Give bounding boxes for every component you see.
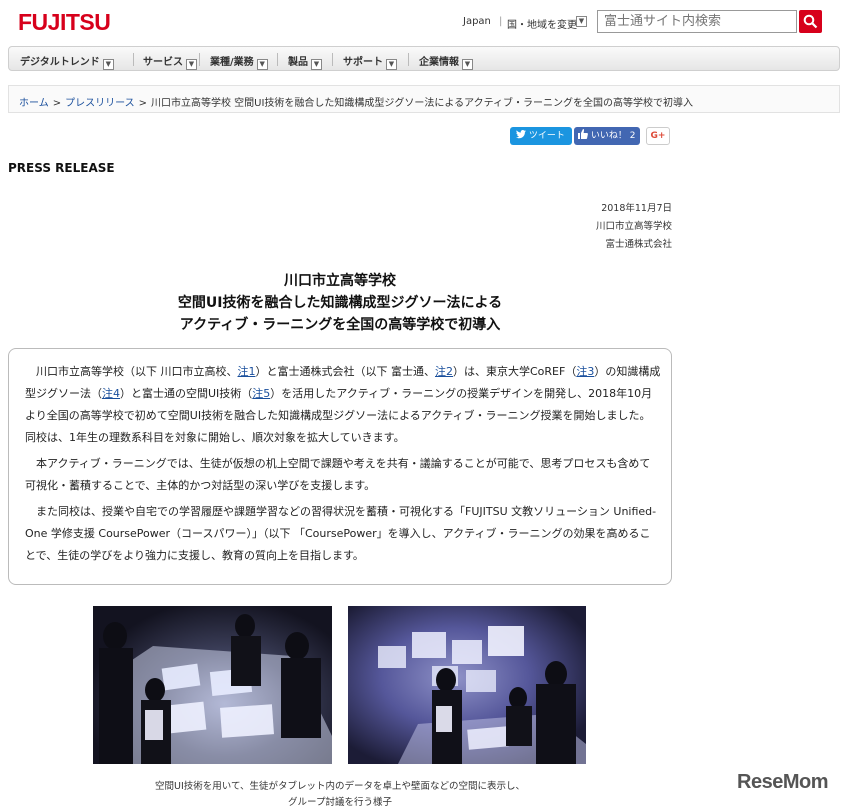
nav-item-products[interactable]: 製品 ▼	[288, 53, 322, 70]
nav-divider	[408, 53, 409, 66]
photo-caption-line-2: グループ討議を行う様子	[288, 797, 392, 808]
google-plus-button[interactable]: G+	[646, 127, 670, 145]
nav-item-digital-trend[interactable]: デジタルトレンド ▼	[20, 53, 114, 70]
region-change-link[interactable]: 国・地域を変更	[507, 16, 577, 31]
search-button[interactable]	[799, 10, 822, 33]
tweet-button[interactable]: ツイート	[510, 127, 572, 145]
site-header: FUJITSU Japan | 国・地域を変更 ▼	[0, 0, 849, 44]
breadcrumb-separator: >	[52, 98, 62, 109]
summary-paragraph-3: また同校は、授業や自宅での学習履歴や課題学習などの習得状況を蓄積・可視化する「F…	[25, 505, 657, 562]
fujitsu-logo[interactable]: FUJITSU	[18, 9, 111, 36]
nav-divider	[332, 53, 333, 66]
classroom-photo-tables	[93, 606, 332, 764]
chevron-down-icon[interactable]: ▼	[576, 16, 587, 27]
organization-fujitsu: 富士通株式会社	[605, 239, 672, 250]
breadcrumb-current: 川口市立高等学校 空間UI技術を融合した知識構成型ジグソー法によるアクティブ・ラ…	[150, 98, 694, 109]
resemom-watermark: ReseMom	[737, 771, 828, 793]
search-icon	[803, 14, 818, 29]
region-separator: |	[499, 16, 503, 27]
nav-item-industries[interactable]: 業種/業務 ▼	[210, 53, 268, 70]
photo-caption-line-1: 空間UI技術を用いて、生徒がタブレット内のデータを卓上や壁面などの空間に表示し、	[155, 781, 525, 792]
nav-divider	[277, 53, 278, 66]
summary-paragraph-2: 本アクティブ・ラーニングでは、生徒が仮想の机上空間で課題や考えを共有・議論するこ…	[25, 457, 651, 492]
organization-kawaguchi: 川口市立高等学校	[595, 221, 672, 232]
chevron-down-icon: ▼	[462, 59, 473, 70]
chevron-down-icon: ▼	[386, 59, 397, 70]
classroom-photo-wall-illustration	[378, 626, 586, 764]
chevron-down-icon: ▼	[311, 59, 322, 70]
breadcrumb-home[interactable]: ホーム	[19, 98, 49, 109]
headline-line-1: 川口市立高等学校	[284, 273, 396, 289]
footnote-link-3[interactable]: 注3	[576, 365, 594, 378]
nav-item-support[interactable]: サポート ▼	[343, 53, 397, 70]
search-input[interactable]	[597, 10, 797, 33]
nav-item-services[interactable]: サービス ▼	[143, 53, 197, 70]
headline-line-3: アクティブ・ラーニングを全国の高等学校で初導入	[179, 317, 501, 333]
gplus-label: G+	[650, 131, 666, 141]
main-nav: デジタルトレンド ▼ サービス ▼ 業種/業務 ▼ 製品 ▼ サポート ▼ 企業情報 ▼	[8, 46, 840, 71]
facebook-like-button[interactable]: いいね！ 2	[574, 127, 640, 145]
nav-item-corporate[interactable]: 企業情報 ▼	[419, 53, 473, 70]
headline-line-2: 空間UI技術を融合した知識構成型ジグソー法による	[177, 295, 503, 311]
release-date: 2018年11月7日	[601, 203, 672, 214]
footnote-link-2[interactable]: 注2	[435, 365, 453, 378]
press-release-label: PRESS RELEASE	[8, 161, 115, 175]
summary-paragraph-1: 川口市立高等学校（以下 川口市立高校、注1）と富士通株式会社（以下 富士通、注2…	[25, 365, 661, 444]
nav-divider	[133, 53, 134, 66]
nav-divider	[199, 53, 200, 66]
chevron-down-icon: ▼	[102, 59, 114, 70]
region-japan[interactable]: Japan	[463, 16, 491, 27]
summary-box: 川口市立高等学校（以下 川口市立高校、注1）と富士通株式会社（以下 富士通、注2…	[8, 348, 672, 585]
breadcrumb: ホーム > プレスリリース > 川口市立高等学校 空間UI技術を融合した知識構成型ジグソ…	[8, 85, 840, 113]
footnote-link-5[interactable]: 注5	[252, 387, 270, 400]
thumbs-up-icon	[578, 129, 588, 139]
chevron-down-icon: ▼	[256, 59, 268, 70]
classroom-photo-tables-illustration	[99, 614, 332, 764]
like-label: いいね！ 2	[590, 131, 636, 141]
tweet-label: ツイート	[528, 131, 565, 141]
twitter-icon	[516, 130, 526, 139]
breadcrumb-press[interactable]: プレスリリース	[65, 98, 135, 109]
breadcrumb-separator: >	[138, 98, 147, 109]
footnote-link-4[interactable]: 注4	[102, 387, 120, 400]
classroom-photo-wall	[348, 606, 586, 764]
chevron-down-icon: ▼	[186, 59, 197, 70]
footnote-link-1[interactable]: 注1	[238, 365, 256, 378]
